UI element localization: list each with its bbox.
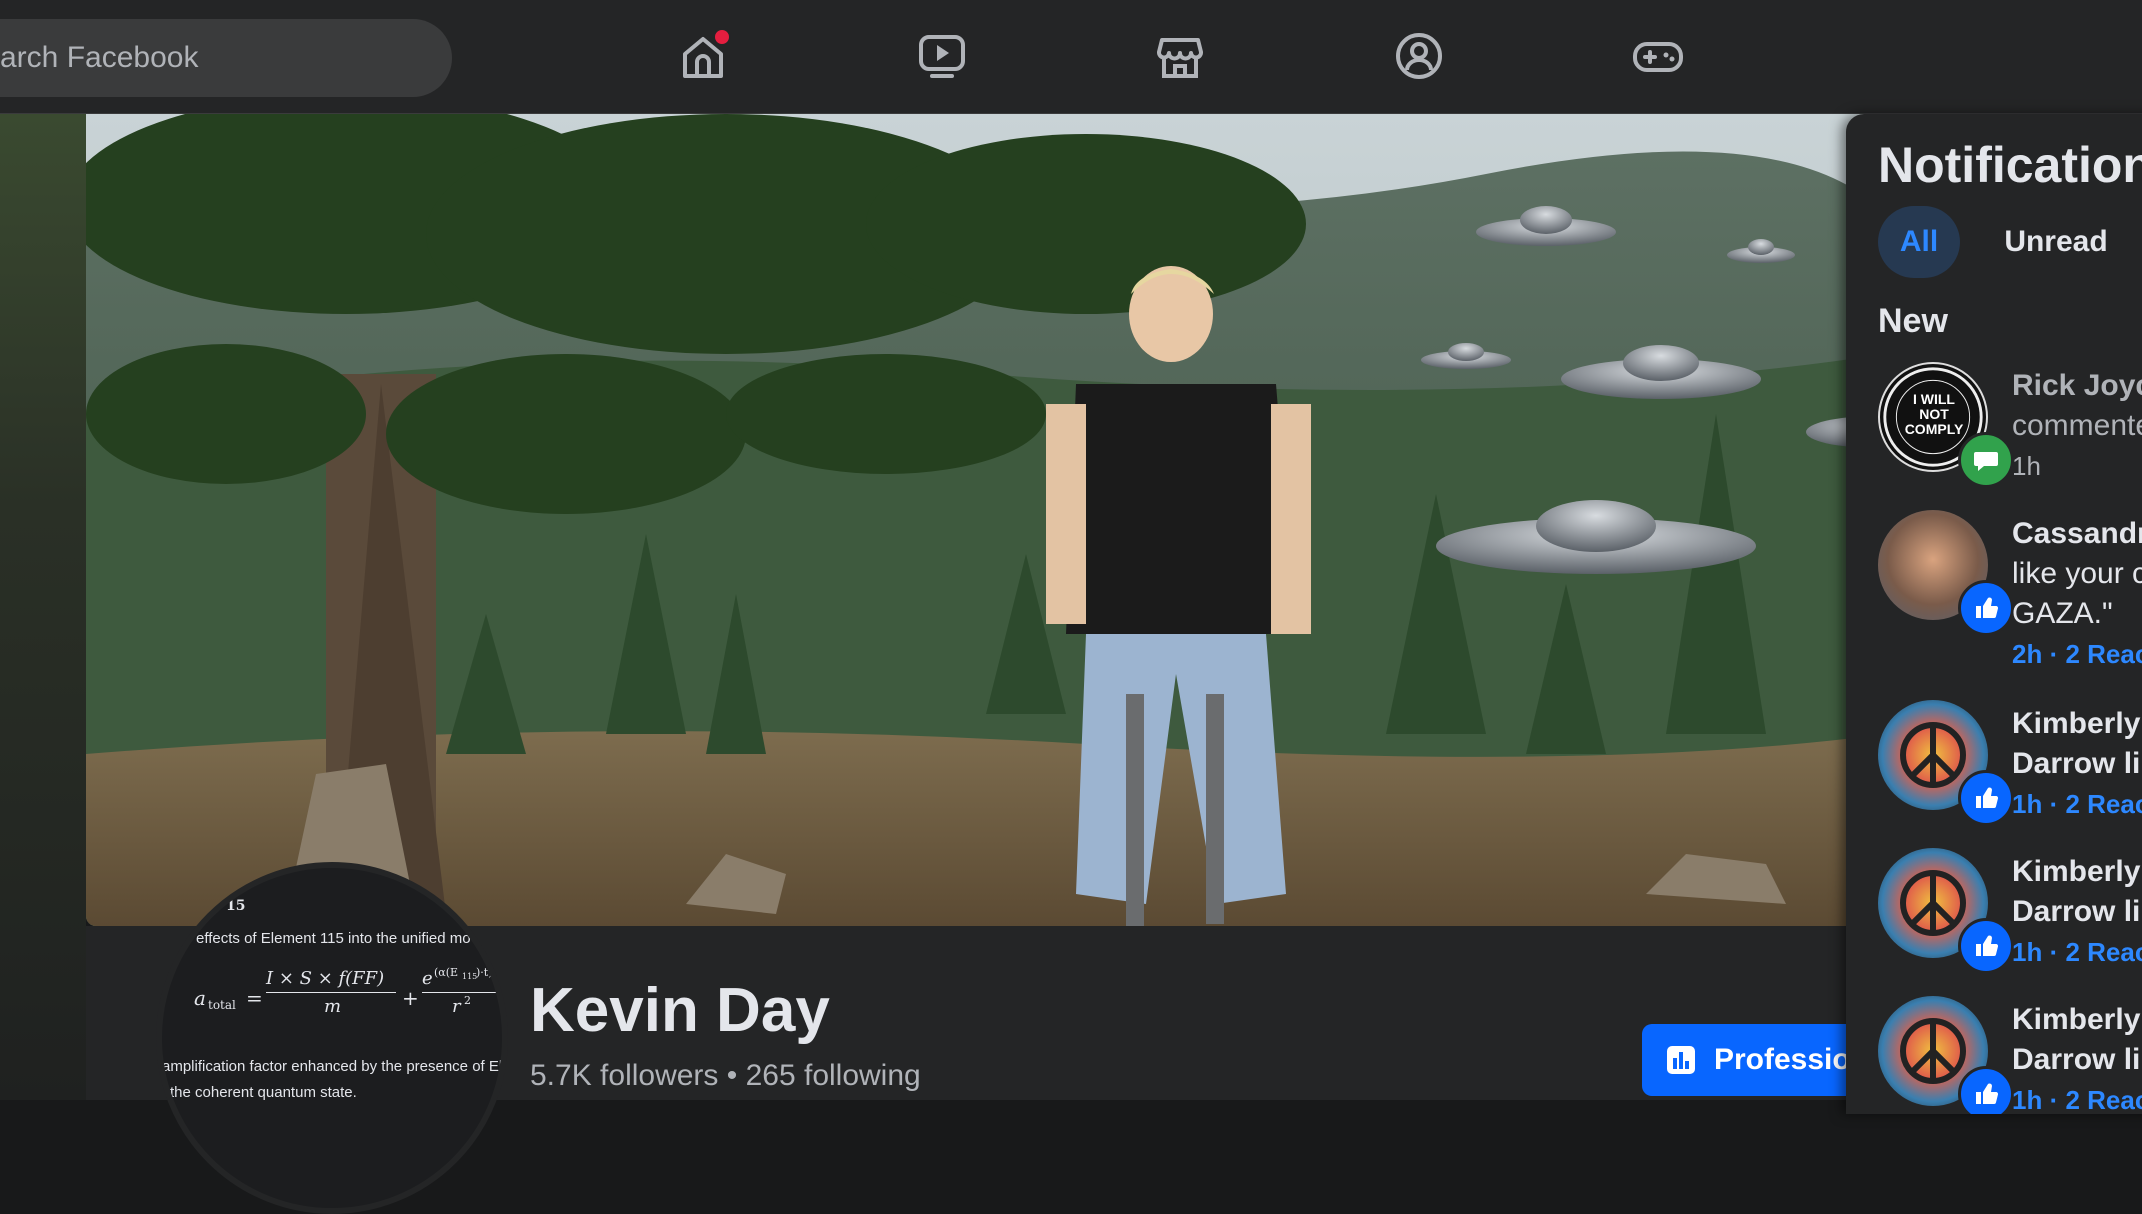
groups-icon-glyph bbox=[1396, 33, 1442, 79]
avatar-logo-text: I WILL NOT COMPLY bbox=[1904, 391, 1964, 437]
section-new-heading: New bbox=[1878, 302, 1948, 340]
search-box[interactable]: arch Facebook bbox=[0, 19, 452, 97]
notification-item[interactable]: Cassandra like your c GAZA." 2h · 2 Reac… bbox=[1878, 510, 2142, 669]
notification-line3: GAZA." bbox=[2012, 597, 2113, 630]
avatar-formula: a total = I × S × f(FF) m + e (α(E 115 )… bbox=[194, 966, 502, 1038]
comment-icon bbox=[1974, 452, 1998, 471]
formula-left: a bbox=[194, 986, 206, 1010]
like-badge bbox=[1958, 1066, 2014, 1114]
like-badge bbox=[1958, 580, 2014, 636]
formula-sub: total bbox=[208, 998, 236, 1012]
avatar-corner-text: 15 bbox=[226, 898, 246, 914]
formula-exp-sup: (α(E bbox=[434, 966, 459, 979]
notification-time: 2h · 2 Reacti bbox=[2012, 639, 2142, 669]
tab-all[interactable]: All bbox=[1878, 206, 1960, 278]
notification-dot bbox=[713, 28, 731, 46]
notification-item[interactable]: Kimberly Darrow lik 1h · 2 Reacti bbox=[1878, 700, 2142, 840]
notification-line1: Kimberly bbox=[2012, 1003, 2141, 1036]
tab-unread[interactable]: Unread bbox=[1986, 206, 2126, 278]
formula-fraction-bar-2 bbox=[422, 992, 502, 993]
follower-stats[interactable]: 5.7K followers • 265 following bbox=[530, 1059, 921, 1093]
thumbs-up-icon bbox=[1976, 787, 1999, 809]
formula-denominator: m bbox=[324, 996, 342, 1017]
notification-line2: like your c bbox=[2012, 557, 2142, 590]
video-icon[interactable] bbox=[914, 28, 970, 84]
search-input[interactable]: arch Facebook bbox=[0, 41, 198, 75]
formula-exp-tail: )·t) bbox=[476, 966, 493, 979]
notification-time: 1h · 2 Reacti bbox=[2012, 1085, 2142, 1114]
notification-text: Kimberly Darrow lik 1h · 2 Reacti bbox=[2012, 852, 2142, 972]
avatar-text-line2: amplification factor enhanced by the pre… bbox=[162, 1058, 508, 1075]
notification-line1: Cassandra bbox=[2012, 517, 2142, 550]
notification-line1: Kimberly bbox=[2012, 855, 2141, 888]
home-icon[interactable] bbox=[675, 28, 731, 84]
marketplace-icon-glyph bbox=[1157, 38, 1203, 78]
notification-item[interactable]: Kimberly Darrow lik 1h · 2 Reacti bbox=[1878, 996, 2142, 1114]
like-badge bbox=[1958, 918, 2014, 974]
notification-text: Cassandra like your c GAZA." 2h · 2 Reac… bbox=[2012, 514, 2142, 674]
notification-text: Kimberly Darrow lik 1h · 2 Reacti bbox=[2012, 704, 2142, 824]
notification-line1: Kimberly bbox=[2012, 707, 2141, 740]
notification-text: Rick Joyce commented 1h bbox=[2012, 366, 2142, 486]
like-badge bbox=[1958, 770, 2014, 826]
formula-numerator: I × S × f(FF) bbox=[266, 968, 385, 989]
top-navigation-bar: arch Facebook bbox=[0, 0, 2142, 114]
groups-icon[interactable] bbox=[1391, 28, 1447, 84]
notification-line2: Darrow lik bbox=[2012, 747, 2142, 780]
formula-equals: = bbox=[246, 986, 263, 1010]
notification-text: Kimberly Darrow lik 1h · 2 Reacti bbox=[2012, 1000, 2142, 1114]
notification-time: 1h · 2 Reacti bbox=[2012, 789, 2142, 819]
profile-name: Kevin Day bbox=[530, 976, 830, 1045]
cover-photo-image bbox=[86, 114, 1886, 926]
notification-time: 1h · 2 Reacti bbox=[2012, 937, 2142, 967]
notification-item[interactable]: I WILL NOT COMPLY Rick Joyce commented 1… bbox=[1878, 362, 2142, 502]
formula-exp-sub: 115 bbox=[462, 972, 478, 981]
formula-r: r bbox=[452, 996, 461, 1017]
formula-exp-base: e bbox=[422, 968, 433, 989]
notification-line1: Rick Joyce bbox=[2012, 369, 2142, 402]
notification-line2: commented bbox=[2012, 409, 2142, 442]
gaming-icon[interactable] bbox=[1630, 28, 1686, 84]
thumbs-up-icon bbox=[1976, 597, 1999, 619]
dashboard-icon bbox=[1667, 1046, 1695, 1074]
notification-time: 1h bbox=[2012, 451, 2041, 481]
notification-item[interactable]: Kimberly Darrow lik 1h · 2 Reacti bbox=[1878, 848, 2142, 988]
thumbs-up-icon bbox=[1976, 1083, 1999, 1105]
notification-line2: Darrow lik bbox=[2012, 1043, 2142, 1076]
notifications-title: Notifications bbox=[1878, 137, 2142, 193]
comment-badge bbox=[1958, 432, 2014, 488]
thumbs-up-icon bbox=[1976, 935, 1999, 957]
profile-picture[interactable]: 15 effects of Element 115 into the unifi… bbox=[156, 862, 508, 1214]
formula-plus: + bbox=[402, 986, 419, 1010]
avatar-text-line3: the coherent quantum state. bbox=[170, 1084, 357, 1101]
notification-line2: Darrow lik bbox=[2012, 895, 2142, 928]
avatar-text-line1: effects of Element 115 into the unified … bbox=[196, 930, 471, 947]
notifications-panel: Notifications All Unread New I WILL NOT … bbox=[1846, 114, 2142, 1114]
left-background-strip bbox=[0, 114, 86, 1100]
video-icon-glyph bbox=[919, 35, 965, 78]
cover-photo[interactable] bbox=[86, 114, 1886, 926]
formula-r-sup: 2 bbox=[464, 994, 471, 1007]
marketplace-icon[interactable] bbox=[1152, 28, 1208, 84]
gaming-icon-glyph bbox=[1633, 42, 1683, 72]
formula-fraction-bar bbox=[266, 992, 396, 993]
